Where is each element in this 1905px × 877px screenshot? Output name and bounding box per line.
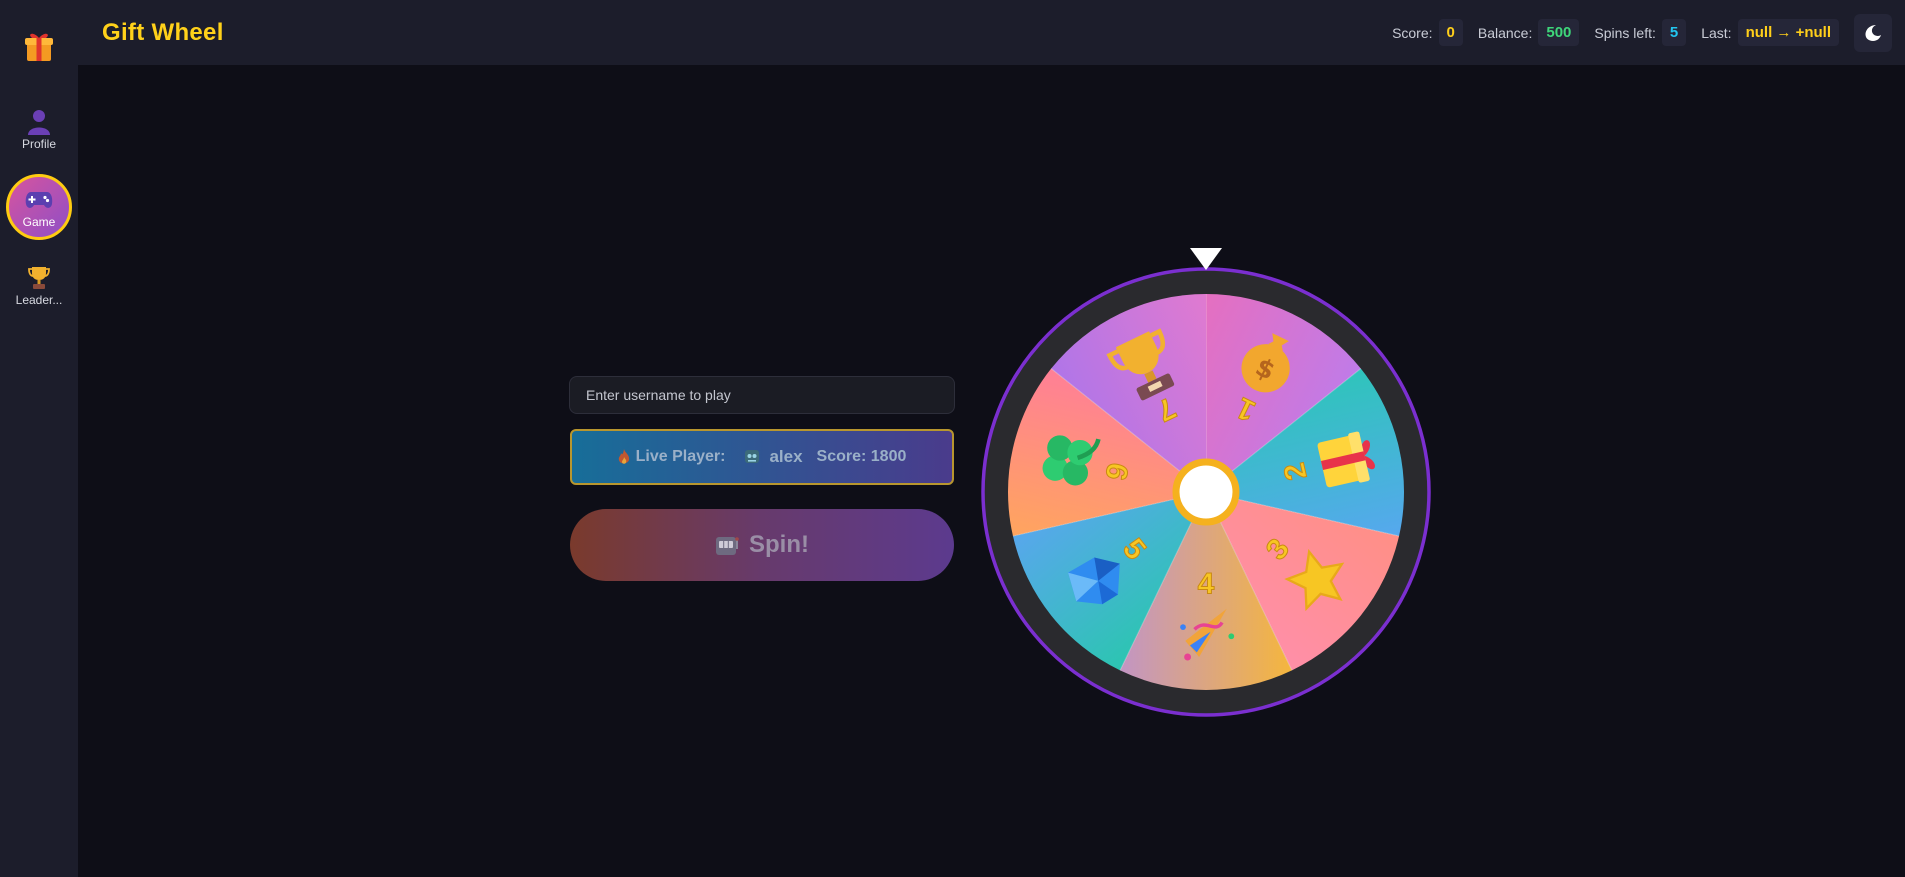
player-avatar-icon bbox=[745, 450, 760, 463]
sidebar-item-label: Leader... bbox=[15, 293, 63, 307]
sidebar-item-label: Profile bbox=[21, 137, 56, 151]
stat-label: Balance: bbox=[1477, 24, 1533, 41]
sidebar-item-label: Game bbox=[22, 215, 56, 229]
gamepad-icon bbox=[25, 185, 53, 215]
stat-label: Last: bbox=[1701, 24, 1732, 41]
prize-wheel[interactable]: $ 1234567 bbox=[980, 242, 1432, 718]
trophy-icon bbox=[28, 263, 50, 293]
stats-bar: Score: 0 Balance: 500 Spins left: 5 Last… bbox=[1392, 19, 1854, 46]
live-player-banner: Live Player: alex Score: 1800 bbox=[570, 429, 954, 485]
stat-spins-left: Spins left: 5 bbox=[1594, 19, 1687, 46]
sidebar-item-profile[interactable]: Profile bbox=[6, 96, 72, 162]
stat-label: Spins left: bbox=[1594, 24, 1656, 41]
sidebar-item-leaderboard[interactable]: Leader... bbox=[6, 252, 72, 318]
wheel-segment-number: 4 bbox=[1198, 568, 1215, 601]
live-player-name: alex bbox=[769, 447, 803, 466]
sidebar-item-game[interactable]: Game bbox=[6, 174, 72, 240]
spins-left-value: 5 bbox=[1661, 19, 1687, 46]
user-icon bbox=[28, 107, 50, 137]
gift-logo-icon[interactable] bbox=[19, 26, 59, 66]
last-result-value: null → +null bbox=[1737, 19, 1839, 46]
theme-toggle-button[interactable] bbox=[1854, 13, 1892, 52]
slot-machine-icon bbox=[715, 534, 739, 556]
username-input[interactable] bbox=[569, 376, 955, 414]
pointer-triangle-icon bbox=[1190, 248, 1222, 270]
wheel-hub[interactable] bbox=[1172, 458, 1240, 526]
app-title: Gift Wheel bbox=[102, 18, 224, 46]
live-player-score: Score: 1800 bbox=[816, 448, 907, 465]
sidebar: Profile Game Leader... bbox=[0, 0, 78, 877]
top-bar: Gift Wheel Score: 0 Balance: 500 Spins l… bbox=[78, 0, 1905, 65]
flame-icon bbox=[618, 449, 629, 464]
wheel-graphic: $ 1234567 bbox=[981, 248, 1431, 717]
moon-icon bbox=[1865, 24, 1881, 41]
score-value: 0 bbox=[1438, 19, 1463, 46]
spin-button-label: Spin! bbox=[749, 531, 809, 558]
spin-button[interactable]: Spin! bbox=[570, 509, 954, 581]
stat-last: Last: null → +null bbox=[1701, 19, 1839, 46]
live-player-label: Live Player: bbox=[635, 448, 726, 465]
stat-balance: Balance: 500 bbox=[1478, 19, 1580, 46]
stat-label: Score: bbox=[1392, 24, 1433, 41]
balance-value: 500 bbox=[1538, 19, 1580, 46]
stat-score: Score: 0 bbox=[1392, 19, 1463, 46]
